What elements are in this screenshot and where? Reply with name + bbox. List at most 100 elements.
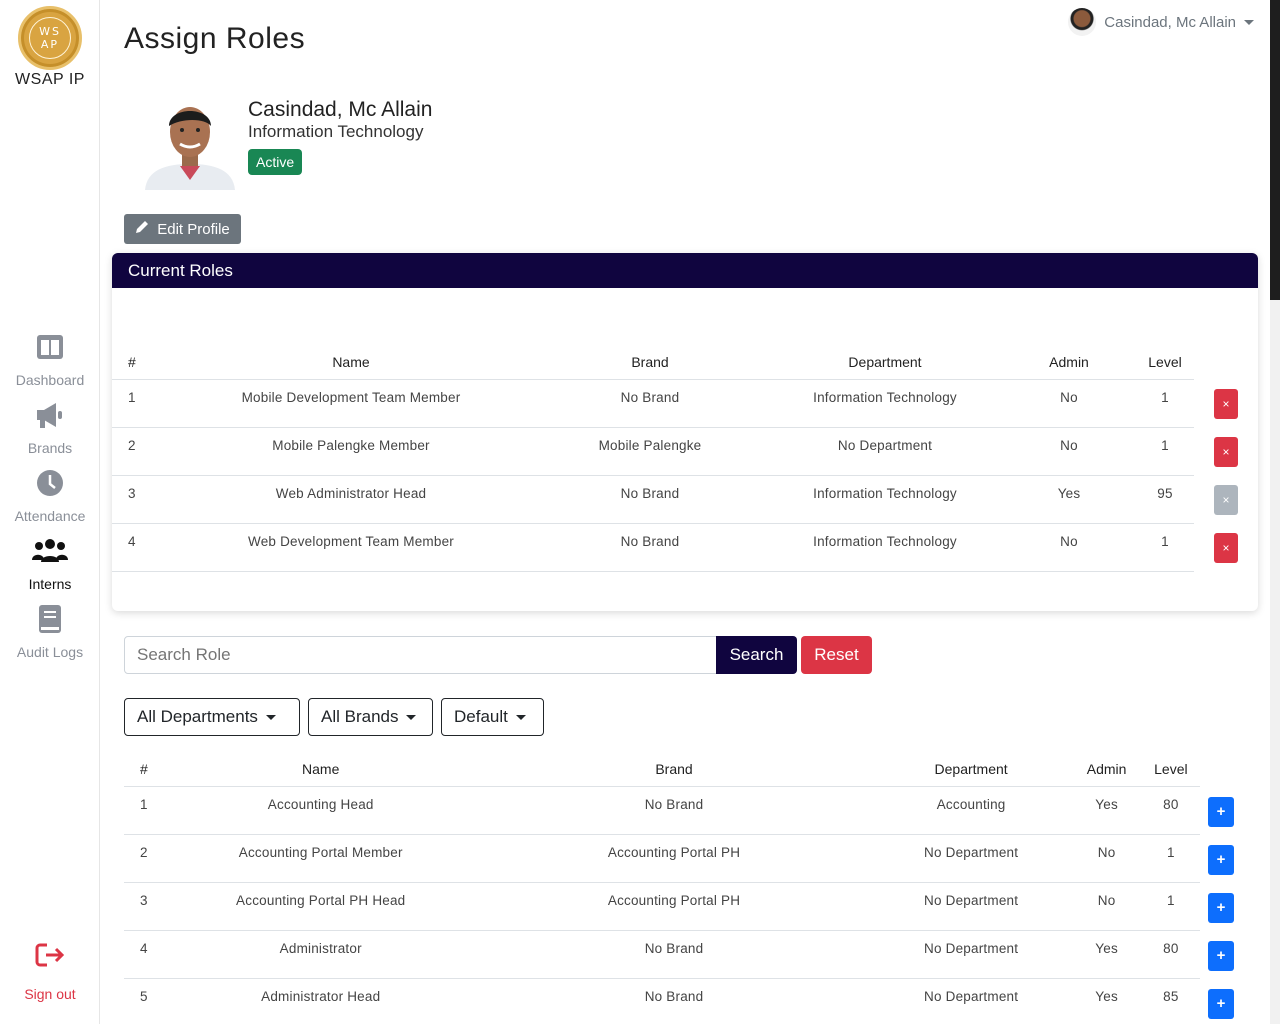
cell-brand: Accounting Portal PH: [477, 833, 871, 882]
table-row: 5 Administrator Head No Brand No Departm…: [124, 977, 1200, 1026]
cell-num: 1: [112, 378, 170, 427]
megaphone-icon: [0, 400, 100, 434]
cell-name: Accounting Head: [164, 785, 478, 834]
cell-level: 1: [1136, 378, 1194, 427]
cell-department: No Department: [870, 833, 1072, 882]
cell-department: No Department: [870, 881, 1072, 930]
sign-out-button[interactable]: Sign out: [0, 940, 100, 1002]
cell-brand: No Brand: [477, 929, 871, 978]
chevron-down-icon: [515, 714, 526, 720]
sidebar-item-dashboard[interactable]: Dashboard: [0, 332, 100, 388]
current-roles-title: Current Roles: [112, 253, 1258, 288]
user-menu-name: Casindad, Mc Allain: [1104, 13, 1236, 31]
page-scrollbar[interactable]: [1270, 0, 1280, 1024]
remove-role-button[interactable]: ×: [1214, 437, 1238, 467]
cell-name: Web Administrator Head: [170, 474, 532, 523]
cell-admin: No: [1002, 522, 1136, 572]
logo-text-top: WS: [39, 25, 61, 38]
column-header-name: Name: [302, 760, 340, 777]
sort-label: Default: [454, 707, 508, 726]
sidebar-item-audit-logs[interactable]: Audit Logs: [0, 604, 100, 660]
sort-dropdown[interactable]: Default: [441, 698, 544, 736]
sign-out-label: Sign out: [24, 986, 76, 1002]
remove-role-button[interactable]: ×: [1214, 533, 1238, 563]
cell-department: Accounting: [870, 785, 1072, 834]
cell-brand: Accounting Portal PH: [477, 881, 871, 930]
cell-department: Information Technology: [768, 522, 1002, 572]
cell-level: 1: [1136, 522, 1194, 572]
cell-name: Administrator: [164, 929, 478, 978]
table-row: 4 Administrator No Brand No Department Y…: [124, 929, 1200, 978]
department-filter-dropdown[interactable]: All Departments: [124, 698, 300, 736]
brand-filter-dropdown[interactable]: All Brands: [308, 698, 433, 736]
sidebar: WS AP WSAP IP Dashboard Brands Attendanc…: [0, 0, 100, 1024]
cell-name: Accounting Portal PH Head: [164, 881, 478, 930]
edit-profile-button[interactable]: Edit Profile: [124, 214, 241, 244]
column-header-name: Name: [332, 353, 370, 370]
add-role-button[interactable]: +: [1208, 941, 1234, 971]
cell-num: 2: [124, 833, 165, 882]
cell-level: 80: [1141, 929, 1200, 978]
cell-department: No Department: [870, 929, 1072, 978]
chevron-down-icon: [265, 714, 276, 720]
column-header-level: Level: [1154, 760, 1188, 777]
column-header-brand: Brand: [631, 353, 669, 370]
cell-department: Information Technology: [768, 378, 1002, 427]
cell-level: 80: [1141, 785, 1200, 834]
cell-level: 85: [1141, 977, 1200, 1026]
cell-num: 3: [112, 474, 170, 523]
cell-num: 2: [112, 426, 170, 475]
table-row: 4 Web Development Team Member No Brand I…: [112, 522, 1194, 572]
cell-brand: No Brand: [532, 474, 768, 523]
cell-admin: No: [1002, 426, 1136, 475]
sidebar-item-label: Audit Logs: [16, 644, 84, 660]
sidebar-item-label: Attendance: [14, 508, 86, 524]
edit-profile-label: Edit Profile: [157, 220, 230, 238]
remove-role-button[interactable]: ×: [1214, 389, 1238, 419]
cell-name: Accounting Portal Member: [164, 833, 478, 882]
cell-admin: Yes: [1002, 474, 1136, 523]
cell-admin: No: [1002, 378, 1136, 427]
cell-admin: Yes: [1071, 785, 1142, 834]
add-role-button[interactable]: +: [1208, 797, 1234, 827]
pencil-icon: [135, 220, 149, 238]
cell-admin: Yes: [1071, 929, 1142, 978]
user-menu[interactable]: Casindad, Mc Allain: [1068, 8, 1254, 36]
reset-button[interactable]: Reset: [801, 636, 872, 674]
sidebar-item-label: Dashboard: [15, 372, 85, 388]
table-row: 1 Accounting Head No Brand Accounting Ye…: [124, 785, 1200, 834]
cell-brand: No Brand: [477, 785, 871, 834]
logo-seal: WS AP: [29, 17, 71, 59]
cell-admin: No: [1071, 881, 1142, 930]
scrollbar-thumb[interactable]: [1270, 0, 1280, 300]
cell-name: Mobile Palengke Member: [170, 426, 532, 475]
sidebar-item-brands[interactable]: Brands: [0, 400, 100, 456]
column-header-brand: Brand: [655, 760, 693, 777]
current-roles-table: # Name Brand Department Admin Level 1 Mo…: [112, 345, 1194, 572]
add-role-button[interactable]: +: [1208, 845, 1234, 875]
sidebar-item-attendance[interactable]: Attendance: [0, 468, 100, 524]
cell-brand: No Brand: [477, 977, 871, 1026]
dashboard-icon: [0, 332, 100, 366]
cell-num: 5: [124, 977, 165, 1026]
status-badge: Active: [248, 149, 303, 175]
logo-text-bottom: AP: [40, 38, 60, 51]
wsap-logo[interactable]: WS AP: [18, 6, 82, 70]
table-row: 1 Mobile Development Team Member No Bran…: [112, 378, 1194, 427]
cell-num: 4: [124, 929, 165, 978]
sign-out-icon: [0, 940, 100, 974]
add-role-button[interactable]: +: [1208, 893, 1234, 923]
column-header-admin: Admin: [1086, 760, 1127, 777]
table-row: 3 Web Administrator Head No Brand Inform…: [112, 474, 1194, 523]
cell-admin: No: [1071, 833, 1142, 882]
sidebar-item-interns[interactable]: Interns: [0, 536, 100, 592]
search-button[interactable]: Search: [716, 636, 797, 674]
cell-num: 4: [112, 522, 170, 572]
chevron-down-icon: [1244, 19, 1254, 25]
column-header-admin: Admin: [1049, 353, 1089, 370]
search-role-input[interactable]: [124, 636, 717, 674]
add-role-button[interactable]: +: [1208, 989, 1234, 1019]
profile-name: Casindad, Mc Allain: [248, 98, 433, 121]
profile-photo: [140, 96, 240, 190]
table-row: 2 Mobile Palengke Member Mobile Palengke…: [112, 426, 1194, 475]
